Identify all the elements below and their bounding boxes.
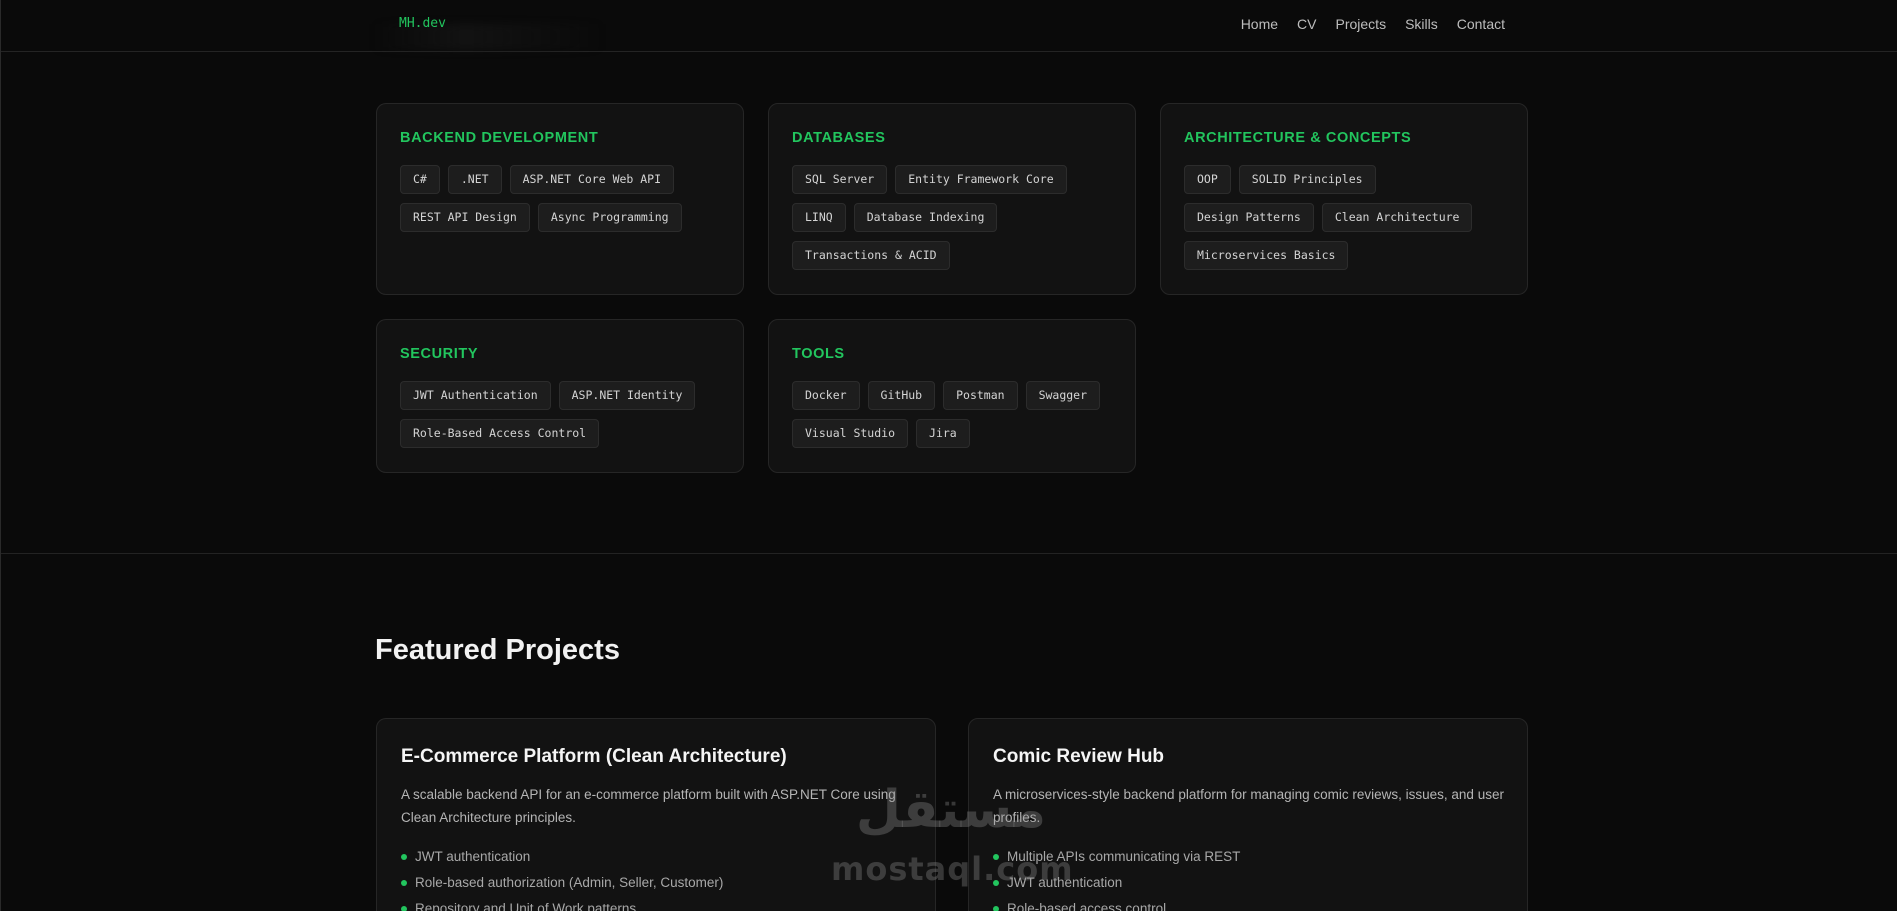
skill-chip: REST API Design xyxy=(400,203,530,232)
skill-chip: Transactions & ACID xyxy=(792,241,950,270)
project-feature-list: JWT authentication Role-based authorizat… xyxy=(401,844,723,911)
skill-chip: Role-Based Access Control xyxy=(400,419,600,448)
project-feature: Multiple APIs communicating via REST xyxy=(993,844,1240,870)
skill-chip: LINQ xyxy=(792,203,846,232)
skill-chip-list: OOP SOLID Principles Design Patterns Cle… xyxy=(1184,165,1507,270)
skill-card-title: TOOLS xyxy=(792,346,845,362)
featured-projects-heading: Featured Projects xyxy=(375,634,620,666)
nav-home[interactable]: Home xyxy=(1241,16,1278,32)
skill-chip: ASP.NET Identity xyxy=(558,381,696,410)
nav-contact[interactable]: Contact xyxy=(1457,16,1505,32)
skill-chip: Docker xyxy=(792,381,860,410)
skill-card-security: SECURITY JWT Authentication ASP.NET Iden… xyxy=(376,319,744,473)
project-card-ecommerce[interactable]: E-Commerce Platform (Clean Architecture)… xyxy=(376,718,936,911)
skill-chip-list: C# .NET ASP.NET Core Web API REST API De… xyxy=(400,165,723,232)
skill-chip: C# xyxy=(400,165,440,194)
project-title: Comic Review Hub xyxy=(993,746,1165,767)
skill-card-title: BACKEND DEVELOPMENT xyxy=(400,130,599,146)
skill-chip: OOP xyxy=(1184,165,1231,194)
skill-card-title: SECURITY xyxy=(400,346,479,362)
nav-skills[interactable]: Skills xyxy=(1405,16,1438,32)
section-divider xyxy=(1,553,1897,554)
skill-chip: Jira xyxy=(916,419,970,448)
project-feature: JWT authentication xyxy=(401,844,723,870)
skill-chip: GitHub xyxy=(867,381,936,410)
skill-card-databases: DATABASES SQL Server Entity Framework Co… xyxy=(768,103,1136,295)
project-description: A scalable backend API for an e-commerce… xyxy=(401,787,896,825)
skill-chip: Database Indexing xyxy=(853,203,998,232)
skill-chip: Swagger xyxy=(1025,381,1101,410)
skill-chip-list: Docker GitHub Postman Swagger Visual Stu… xyxy=(792,381,1115,448)
skill-card-title: ARCHITECTURE & CONCEPTS xyxy=(1184,130,1412,146)
project-card-comic-review-hub[interactable]: Comic Review Hub A microservices-style b… xyxy=(968,718,1528,911)
skill-chip: Clean Architecture xyxy=(1321,203,1473,232)
skill-chip: Visual Studio xyxy=(792,419,909,448)
skill-card-title: DATABASES xyxy=(792,130,886,146)
skill-card-backend: BACKEND DEVELOPMENT C# .NET ASP.NET Core… xyxy=(376,103,744,295)
skill-card-architecture: ARCHITECTURE & CONCEPTS OOP SOLID Princi… xyxy=(1160,103,1528,295)
page: MH.dev Home CV Projects Skills Contact B… xyxy=(0,0,1897,911)
skill-chip: Entity Framework Core xyxy=(895,165,1067,194)
skill-chip-list: JWT Authentication ASP.NET Identity Role… xyxy=(400,381,723,448)
main-nav: Home CV Projects Skills Contact xyxy=(1241,16,1505,32)
project-description: A microservices-style backend platform f… xyxy=(993,787,1504,825)
skill-chip: SOLID Principles xyxy=(1238,165,1376,194)
skill-chip: Design Patterns xyxy=(1184,203,1314,232)
project-feature-list: Multiple APIs communicating via REST JWT… xyxy=(993,844,1240,911)
nav-projects[interactable]: Projects xyxy=(1336,16,1387,32)
site-logo[interactable]: MH.dev xyxy=(399,16,446,31)
project-feature: Repository and Unit of Work patterns xyxy=(401,896,723,911)
skill-chip: JWT Authentication xyxy=(400,381,551,410)
skill-chip-list: SQL Server Entity Framework Core LINQ Da… xyxy=(792,165,1115,270)
skill-chip: SQL Server xyxy=(792,165,888,194)
project-feature: Role-based access control xyxy=(993,896,1240,911)
skill-chip: .NET xyxy=(447,165,502,194)
skill-chip: Microservices Basics xyxy=(1184,241,1349,270)
skill-chip: ASP.NET Core Web API xyxy=(509,165,675,194)
skill-chip: Postman xyxy=(943,381,1018,410)
nav-cv[interactable]: CV xyxy=(1297,16,1316,32)
project-feature: JWT authentication xyxy=(993,870,1240,896)
top-navigation-bar: MH.dev Home CV Projects Skills Contact xyxy=(1,0,1897,52)
skill-card-tools: TOOLS Docker GitHub Postman Swagger Visu… xyxy=(768,319,1136,473)
project-title: E-Commerce Platform (Clean Architecture) xyxy=(401,746,787,767)
project-feature: Role-based authorization (Admin, Seller,… xyxy=(401,870,723,896)
skill-chip: Async Programming xyxy=(537,203,682,232)
